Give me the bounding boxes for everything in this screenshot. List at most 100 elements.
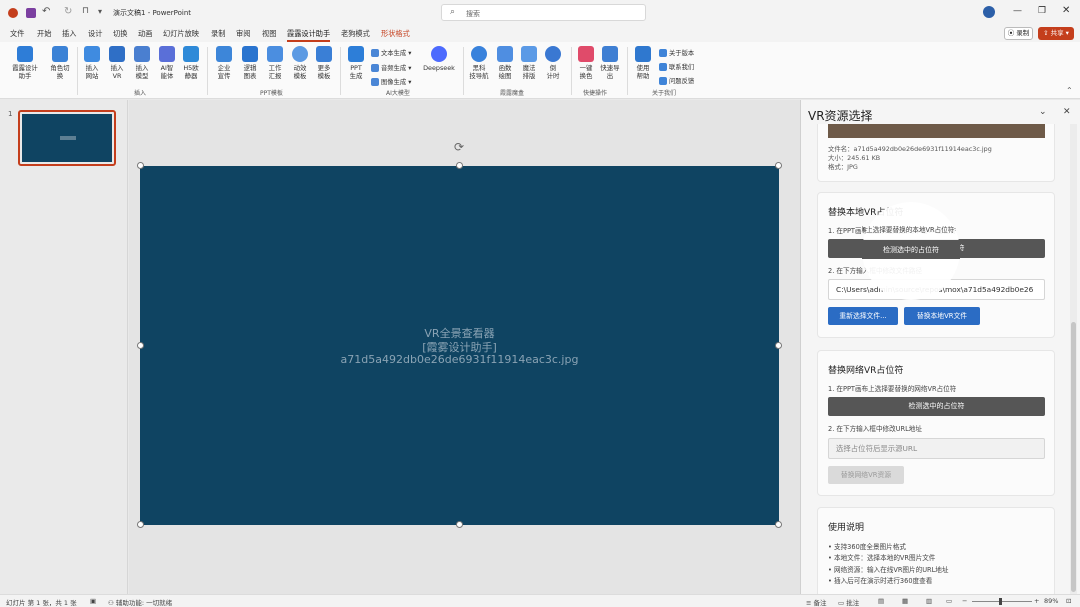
zoom-slider-thumb[interactable] (999, 598, 1002, 605)
motion-template-button[interactable]: 动效 模板 (288, 46, 312, 80)
slide-thumbnail[interactable] (18, 110, 116, 166)
reading-view-icon[interactable]: ▥ (926, 597, 932, 605)
help-item: • 本地文件：选择本地的VR图片文件 (828, 554, 936, 562)
search-box[interactable]: ⌕ 搜索 (441, 4, 646, 21)
image-generate-button[interactable]: 图像生成 ▾ (371, 77, 411, 86)
reselect-file-button[interactable]: 重新选择文件... (828, 307, 898, 325)
text-generate-button[interactable]: 文本生成 ▾ (371, 48, 411, 57)
tab-shape-format[interactable]: 形状格式 (381, 29, 410, 39)
tech-nav-button[interactable]: 黑科 技导航 (467, 46, 491, 80)
share-button[interactable]: ⇪ 共享 ▾ (1038, 27, 1074, 40)
presenter-icon[interactable]: ⊓ (82, 6, 89, 16)
network-detect-button[interactable]: 检测选中的占位符 (828, 397, 1045, 416)
magic-layout-button[interactable]: 魔法 排版 (517, 46, 541, 80)
h5-button[interactable]: H5欧 静器 (180, 46, 202, 80)
tab-slideshow[interactable]: 幻灯片放映 (163, 29, 199, 39)
slide-sorter-icon[interactable]: ▦ (902, 597, 908, 605)
audio-generate-button[interactable]: 音频生成 ▾ (371, 63, 411, 72)
tab-file[interactable]: 文件 (10, 29, 24, 39)
vr-placeholder-slide[interactable]: VR全景查看器 [霞雾设计助手] a71d5a492db0e26de6931f1… (140, 166, 779, 525)
resize-handle[interactable] (456, 162, 463, 169)
fit-slide-icon[interactable]: ⊡ (1066, 597, 1071, 605)
redo-icon[interactable]: ↻ (64, 6, 72, 17)
tab-review[interactable]: 审阅 (236, 29, 250, 39)
tab-home[interactable]: 开始 (37, 29, 51, 39)
quick-export-button[interactable]: 快速导 出 (598, 46, 622, 80)
pane-scrollbar[interactable] (1070, 124, 1077, 594)
search-icon: ⌕ (450, 7, 456, 17)
insert-website-button[interactable]: 插入 网站 (81, 46, 103, 80)
rotate-handle-icon[interactable]: ⟳ (454, 140, 464, 154)
ai-agent-button[interactable]: AI智 能体 (156, 46, 178, 80)
replace-local-button[interactable]: 替换本地VR文件 (904, 307, 980, 325)
zoom-out-icon[interactable]: − (962, 597, 967, 605)
resize-handle[interactable] (775, 521, 782, 528)
chevron-down-icon[interactable]: ⌄ (1039, 107, 1047, 117)
group-label-magic-box: 霞露魔盒 (500, 90, 525, 97)
resize-handle[interactable] (456, 521, 463, 528)
account-avatar[interactable] (983, 6, 995, 18)
work-report-button[interactable]: 工作 汇报 (263, 46, 287, 80)
replace-network-button[interactable]: 替换网络VR资源 (828, 466, 904, 484)
countdown-button[interactable]: 倒 计时 (542, 46, 564, 80)
deepseek-button[interactable]: Deepseek (421, 46, 457, 72)
feedback-button[interactable]: 问题反馈 (659, 76, 694, 85)
collapse-ribbon-icon[interactable]: ⌃ (1066, 86, 1073, 95)
tab-design[interactable]: 设计 (88, 29, 102, 39)
spellcheck-icon[interactable]: ▣ (90, 597, 96, 605)
vr-task-pane: VR资源选择 ⌄ ✕ 文件名：a71d5a492db0e26de6931f119… (800, 100, 1080, 594)
notes-button[interactable]: ≡ 备注 (806, 597, 827, 607)
restore-icon[interactable]: ❐ (1038, 6, 1046, 16)
more-templates-button[interactable]: 更多 模板 (312, 46, 336, 80)
minimize-icon[interactable]: — (1013, 6, 1022, 16)
slideshow-icon[interactable]: ▭ (946, 597, 952, 605)
normal-view-icon[interactable]: ▤ (878, 597, 884, 605)
zoom-slider[interactable] (972, 598, 1032, 605)
role-switch-button[interactable]: 角色切 换 (47, 46, 73, 80)
resize-handle[interactable] (137, 342, 144, 349)
slide-counter: 幻灯片 第 1 张，共 1 张 (6, 599, 77, 607)
divider (463, 47, 464, 95)
divider (340, 47, 341, 95)
resize-handle[interactable] (137, 162, 144, 169)
pane-scrollbar-thumb[interactable] (1071, 322, 1076, 592)
tab-record[interactable]: 录制 (211, 29, 225, 39)
function-plot-button[interactable]: 函数 绘图 (493, 46, 517, 80)
customize-icon[interactable]: ▾ (98, 7, 102, 16)
contact-us-button[interactable]: 联系我们 (659, 62, 694, 71)
help-card: 使用说明 • 支持360度全景图片格式 • 本地文件：选择本地的VR图片文件 •… (817, 507, 1055, 594)
help-button[interactable]: 使用 帮助 (632, 46, 654, 80)
comments-button[interactable]: ▭ 批注 (838, 597, 859, 607)
tab-old-dog-mode[interactable]: 老狗模式 (341, 29, 370, 39)
network-step1: 1. 在PPT画布上选择要替换的网络VR占位符 (828, 385, 957, 393)
resize-handle[interactable] (775, 342, 782, 349)
ppt-generate-button[interactable]: PPT 生成 (345, 46, 367, 80)
insert-vr-button[interactable]: 插入 VR (106, 46, 128, 80)
resize-handle[interactable] (137, 521, 144, 528)
company-template-button[interactable]: 企业 宣传 (212, 46, 236, 80)
recolor-button[interactable]: 一键 换色 (575, 46, 597, 80)
tab-design-assistant[interactable]: 霞露设计助手 (287, 29, 331, 42)
logic-chart-button[interactable]: 逻辑 图表 (238, 46, 262, 80)
zoom-in-icon[interactable]: + (1034, 597, 1039, 605)
close-pane-icon[interactable]: ✕ (1063, 107, 1071, 117)
cursor-highlight: 检测选中的占位符 1. 在PPT画布上选择要替换的本地VR占位符 (862, 202, 960, 300)
close-icon[interactable]: ✕ (1062, 5, 1070, 16)
vr-image-preview (828, 124, 1045, 138)
undo-icon[interactable]: ↶ (42, 6, 50, 17)
record-button[interactable]: ⦿ 录制 (1004, 27, 1033, 40)
more-templates-icon (316, 46, 332, 62)
text-icon (371, 49, 379, 57)
design-assistant-button[interactable]: 霞露设计 助手 (8, 46, 42, 80)
insert-model-button[interactable]: 插入 模型 (131, 46, 153, 80)
save-icon[interactable] (26, 8, 36, 18)
zoom-level[interactable]: 89% (1044, 597, 1058, 605)
resize-handle[interactable] (775, 162, 782, 169)
tab-transitions[interactable]: 切换 (113, 29, 127, 39)
tab-animations[interactable]: 动画 (138, 29, 152, 39)
tab-view[interactable]: 视图 (262, 29, 276, 39)
tab-insert[interactable]: 插入 (62, 29, 76, 39)
about-version-button[interactable]: 关于版本 (659, 48, 694, 57)
network-url-field[interactable]: 选择占位符后显示源URL (828, 438, 1045, 459)
accessibility-status[interactable]: ⚇ 辅助功能: 一切就绪 (108, 597, 172, 607)
